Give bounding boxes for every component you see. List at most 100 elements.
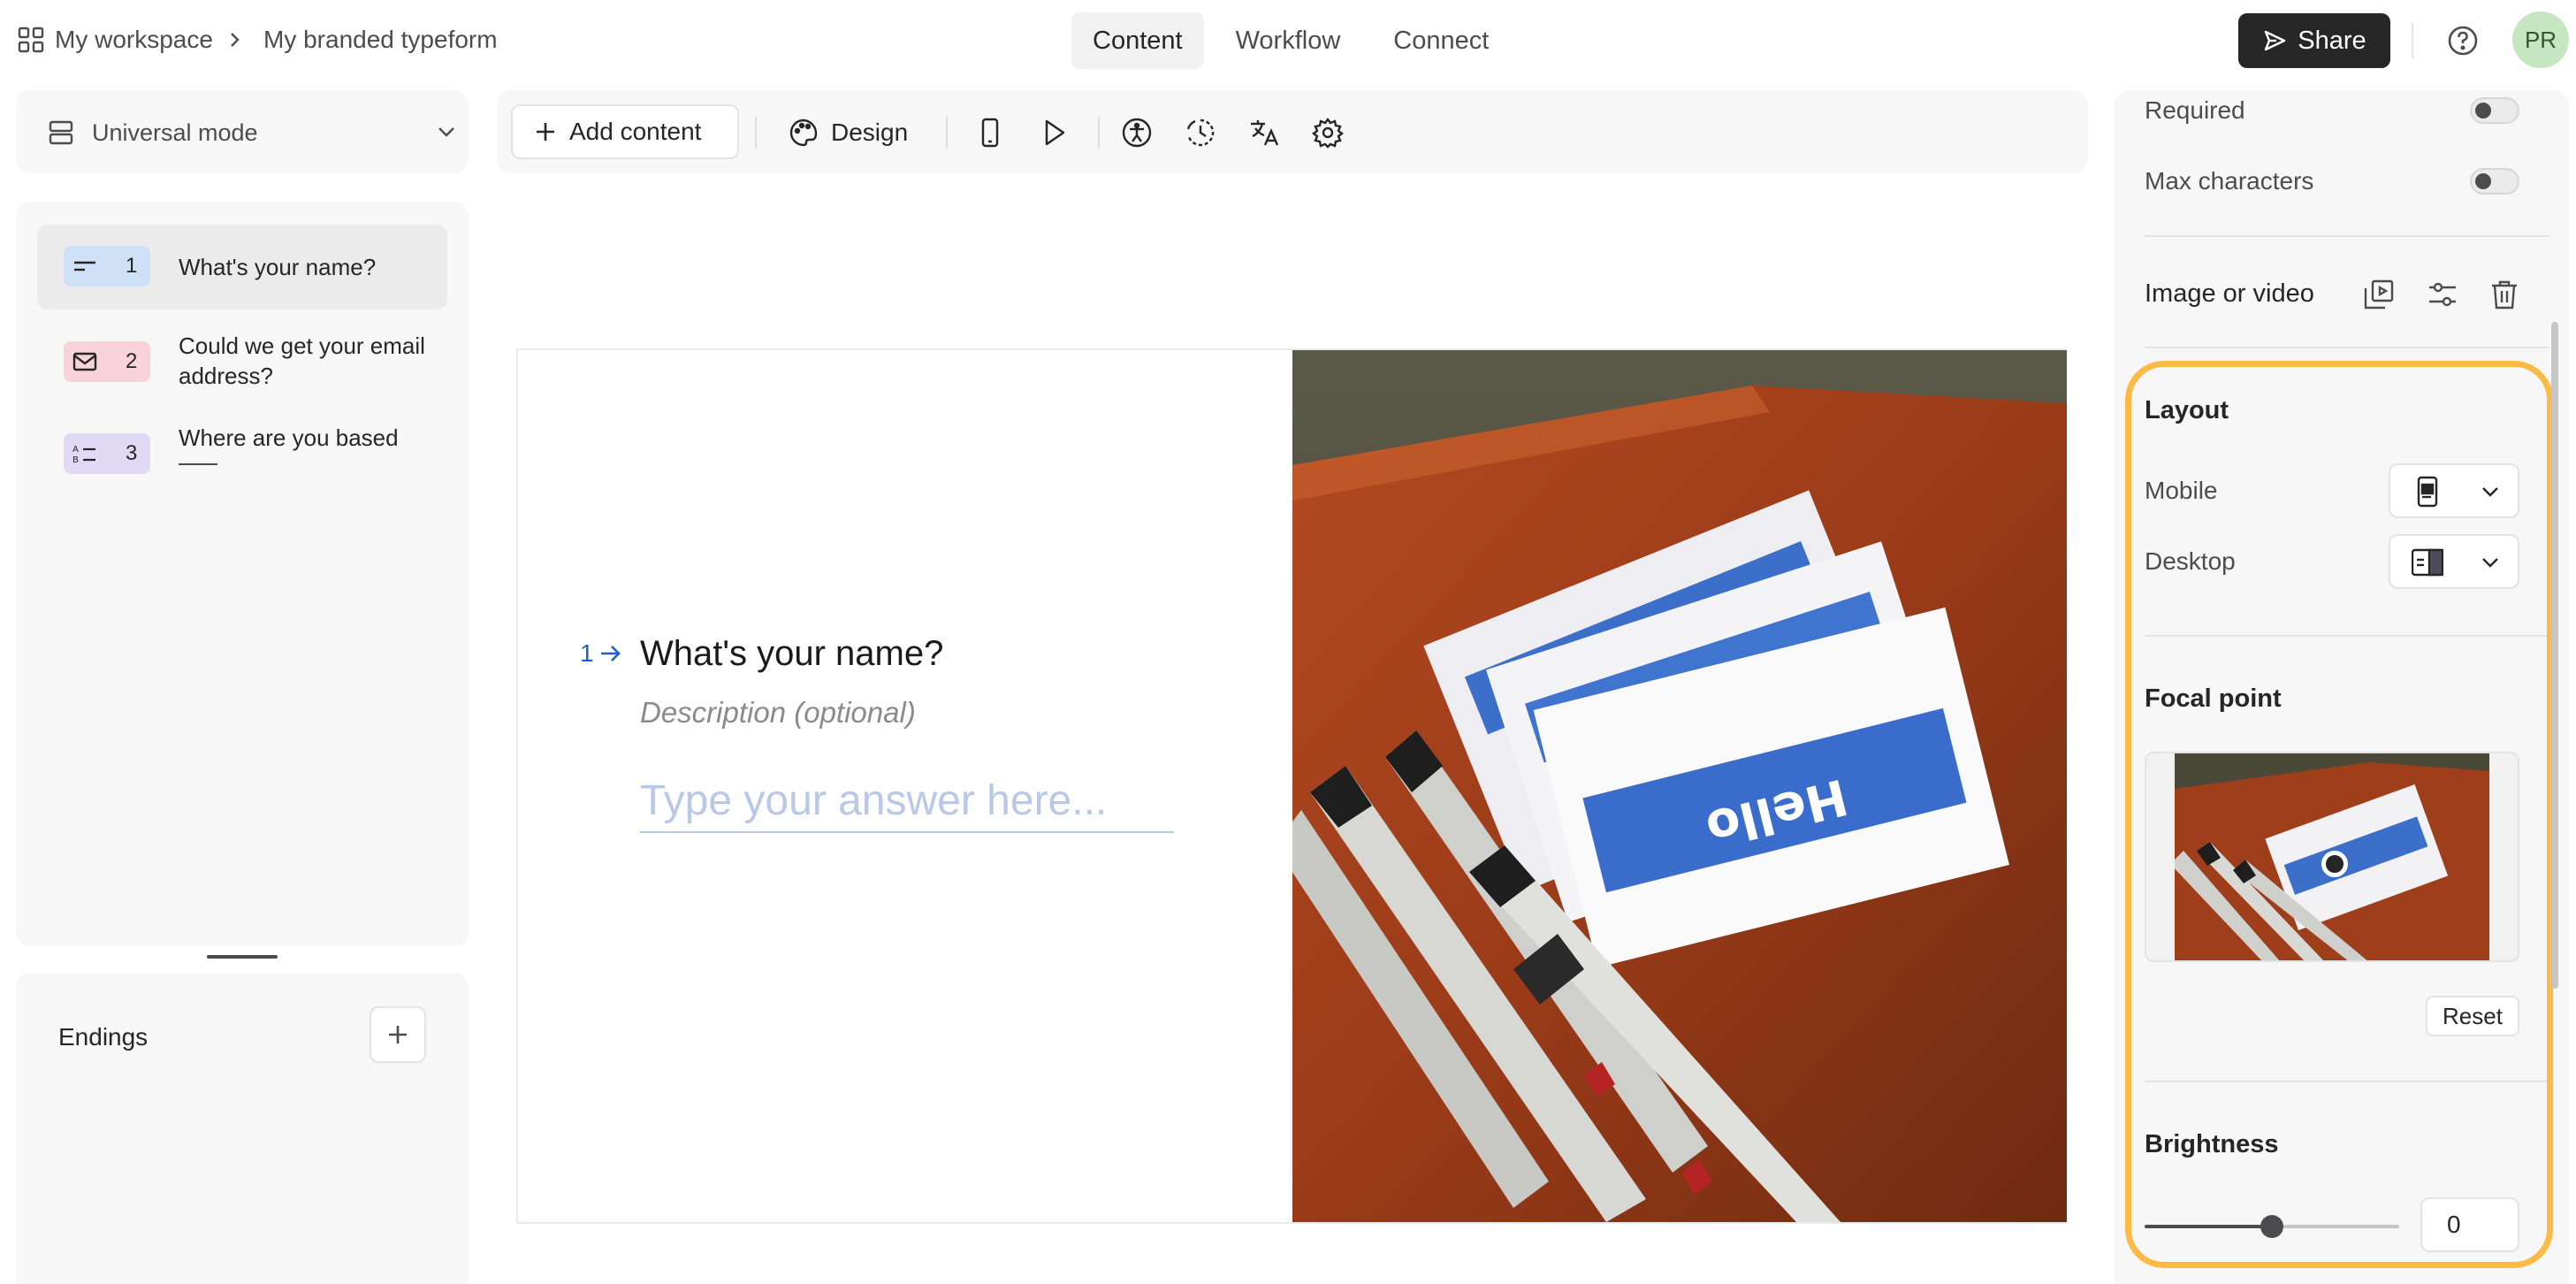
focal-point-picker[interactable] [2145,752,2519,962]
arrow-right-icon [599,642,622,665]
panel-resize-handle[interactable] [207,955,278,959]
slider-fill [2145,1225,2272,1228]
toggle-knob [2475,103,2491,118]
add-content-label: Add content [569,118,702,145]
share-button[interactable]: Share [2238,13,2390,68]
adjust-sliders-icon[interactable] [2426,278,2459,311]
question-text: Where are you based [179,424,399,451]
list-item-question-2[interactable]: 2 Could we get your email address? [37,320,447,405]
question-type-badge: 1 [64,246,150,287]
question-type-badge: A B 3 [64,433,150,474]
layout-stack-icon [2412,476,2443,508]
toggle-knob [2475,173,2491,189]
plus-icon [534,120,557,143]
chevron-down-icon [2481,485,2500,499]
list-item-question-1[interactable]: 1 What's your name? [37,225,447,310]
gear-icon[interactable] [1312,117,1344,149]
design-label: Design [831,118,909,146]
brightness-slider[interactable] [2145,1215,2399,1238]
image-video-label: Image or video [2145,279,2314,308]
mobile-preview-icon[interactable] [974,117,1006,149]
svg-text:B: B [72,455,79,464]
accessibility-icon[interactable] [1121,117,1153,149]
max-characters-toggle[interactable] [2470,168,2519,195]
toolbar-divider [946,117,948,149]
layout-split-right-icon [2412,546,2443,578]
chevron-right-icon [226,28,244,51]
reset-focal-point-button[interactable]: Reset [2426,996,2519,1036]
brightness-heading: Brightness [2145,1130,2279,1158]
list-item-question-3[interactable]: A B 3 Where are you based [37,412,447,497]
preview-description-placeholder[interactable]: Description (optional) [640,695,916,730]
plus-icon [386,1023,409,1046]
tab-content[interactable]: Content [1071,12,1204,69]
required-label: Required [2145,96,2245,124]
preview-question-title[interactable]: What's your name? [640,631,943,676]
toolbar-divider [1098,117,1100,149]
translate-icon[interactable] [1248,117,1280,149]
layout-heading: Layout [2145,396,2229,424]
short-text-icon [72,256,97,277]
question-type-badge: 2 [64,341,150,382]
tab-connect[interactable]: Connect [1372,12,1510,69]
chevron-down-icon [2481,555,2500,569]
send-icon [2262,28,2287,53]
brightness-input[interactable]: 0 [2420,1197,2519,1252]
toolbar-divider [755,117,757,149]
required-toggle[interactable] [2470,97,2519,124]
avatar[interactable]: PR [2512,11,2569,68]
scrollbar[interactable] [2551,322,2558,989]
editor-toolbar: Add content Design [497,90,2088,173]
question-image[interactable]: Hello [1292,350,2067,1222]
breadcrumb-form-name[interactable]: My branded typeform [263,25,498,55]
mode-select-label: Universal mode [92,119,258,146]
design-button[interactable]: Design [789,111,908,154]
mobile-layout-select[interactable] [2389,463,2519,518]
add-content-button[interactable]: Add content [511,104,739,159]
mail-icon [72,351,97,372]
logic-icon[interactable] [1185,117,1216,149]
palette-icon [789,118,819,148]
slider-handle[interactable] [2260,1215,2283,1238]
add-ending-button[interactable] [370,1006,426,1063]
form-preview-canvas: 1 What's your name? Description (optiona… [516,348,2067,1224]
multiple-choice-icon: A B [72,443,97,464]
share-label: Share [2298,26,2366,55]
divider [2145,635,2549,637]
main-tabs: Content Workflow Connect [1071,12,1510,69]
endings-label: Endings [58,1023,149,1051]
question-number: 2 [126,349,138,373]
mobile-layout-label: Mobile [2145,477,2218,504]
play-icon[interactable] [1038,117,1070,149]
desktop-layout-label: Desktop [2145,547,2236,575]
preview-question-number: 1 [580,639,594,667]
divider [2145,347,2549,348]
question-number: 3 [126,441,138,465]
mode-select[interactable]: Universal mode [16,90,469,173]
focal-point-handle[interactable] [2321,851,2348,877]
workspace-grid-icon[interactable] [18,27,44,53]
divider [2145,1081,2549,1082]
question-number: 1 [126,254,138,278]
desktop-layout-select[interactable] [2389,534,2519,589]
divider [2145,235,2549,237]
chevron-down-icon [437,124,456,140]
endings-panel: Endings [16,973,469,1284]
trash-icon[interactable] [2488,278,2521,311]
breadcrumb-workspace[interactable]: My workspace [55,25,213,55]
top-bar: My workspace My branded typeform Content… [0,0,2576,81]
question-settings-panel: Required Max characters Image or video L… [2115,90,2569,1284]
divider [2412,23,2413,58]
question-text: Could we get your email address? [179,332,425,389]
max-characters-label: Max characters [2145,167,2314,195]
question-list: 1 What's your name? 2 Could we get your … [16,202,469,946]
preview-answer-input[interactable]: Type your answer here... [640,775,1174,833]
help-icon[interactable] [2445,23,2481,58]
dropdown-underline [179,463,217,465]
svg-text:A: A [72,445,79,455]
question-text: What's your name? [179,254,377,280]
tab-workflow[interactable]: Workflow [1215,12,1362,69]
layers-icon [48,119,74,146]
focal-point-heading: Focal point [2145,684,2282,713]
replace-media-icon[interactable] [2362,278,2396,311]
